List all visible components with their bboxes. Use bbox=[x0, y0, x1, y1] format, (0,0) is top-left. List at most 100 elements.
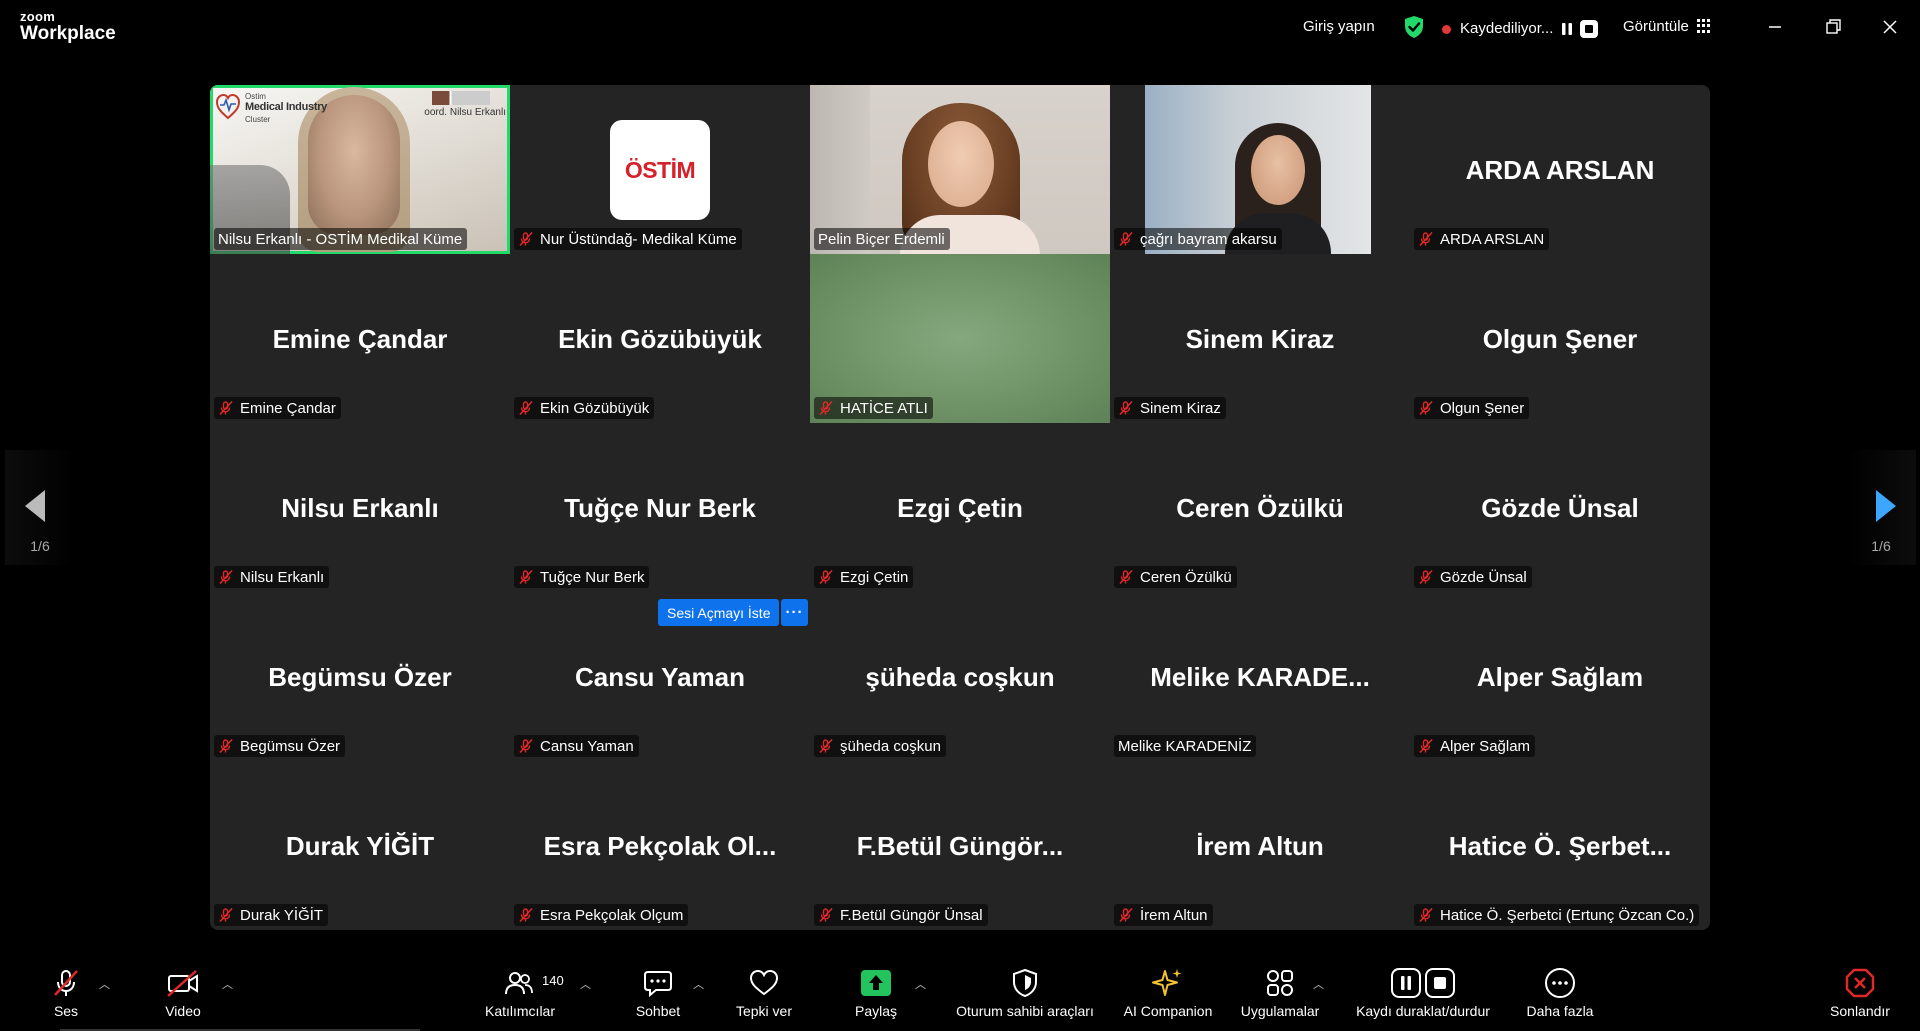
participant-display-name: Olgun Şener bbox=[1482, 324, 1638, 354]
audio-options-caret-icon[interactable]: ︿ bbox=[99, 976, 110, 992]
participant-name: Ekin Gözübüyük bbox=[540, 399, 650, 417]
signin-link[interactable]: Giriş yapın bbox=[1303, 18, 1375, 35]
participant-name: HATİCE ATLI bbox=[840, 399, 928, 417]
ai-companion-button[interactable]: AI Companion bbox=[1118, 955, 1218, 1031]
ostim-medical-logo: Ostim Medical Industry Cluster bbox=[215, 91, 327, 127]
participant-tile[interactable]: Ekin Gözübüyük Ekin Gözübüyük bbox=[510, 254, 810, 423]
previous-page-button[interactable]: 1/6 bbox=[5, 450, 75, 565]
participant-face bbox=[1251, 135, 1305, 205]
pause-stop-recording-icon bbox=[1391, 968, 1455, 998]
apps-button[interactable]: Uygulamalar bbox=[1235, 955, 1325, 1031]
end-meeting-button[interactable]: Sonlandır bbox=[1820, 955, 1900, 1031]
ostim-logo-text: ÖSTİM bbox=[624, 156, 696, 183]
participant-display-name: Melike KARADE... bbox=[1150, 662, 1370, 692]
participant-name: İrem Altun bbox=[1140, 906, 1208, 924]
participant-name: Tuğçe Nur Berk bbox=[540, 568, 645, 586]
participant-name-label: Begümsu Özer bbox=[214, 735, 346, 757]
participant-name: çağrı bayram akarsu bbox=[1140, 230, 1277, 248]
participant-tile[interactable]: Sinem Kiraz Sinem Kiraz bbox=[1110, 254, 1410, 423]
participant-name-label: Ekin Gözübüyük bbox=[514, 397, 655, 419]
participant-tile[interactable]: Esra Pekçolak Ol... Esra Pekçolak Olçum bbox=[510, 761, 810, 930]
participant-tile[interactable]: Alper Sağlam Alper Sağlam bbox=[1410, 592, 1710, 761]
tile-more-options-button[interactable]: ··· bbox=[781, 599, 808, 626]
video-options-caret-icon[interactable]: ︿ bbox=[222, 976, 233, 992]
participant-tile[interactable]: ÖSTİM Nur Üstündağ- Medikal Küme bbox=[510, 85, 810, 254]
participant-tile[interactable]: Melike KARADE... Melike KARADENİZ bbox=[1110, 592, 1410, 761]
ask-to-unmute-button[interactable]: Sesi Açmayı İste bbox=[658, 599, 780, 626]
participant-name-label: ARDA ARSLAN bbox=[1414, 228, 1550, 250]
brand-workplace: Workplace bbox=[20, 23, 116, 44]
next-page-button[interactable]: 1/6 bbox=[1846, 450, 1916, 565]
participant-tile[interactable]: Ceren Özülkü Ceren Özülkü bbox=[1110, 423, 1410, 592]
participant-tile[interactable]: Hatice Ö. Şerbet... Hatice Ö. Şerbetci (E… bbox=[1410, 761, 1710, 930]
participant-name: Olgun Şener bbox=[1440, 399, 1525, 417]
participant-name: Ezgi Çetin bbox=[840, 568, 909, 586]
stop-recording-icon[interactable] bbox=[1580, 20, 1598, 38]
restore-icon[interactable] bbox=[1822, 16, 1844, 38]
participant-name-label: Hatice Ö. Şerbetci (Ertunç Özcan Co.) bbox=[1414, 904, 1700, 926]
participant-name-label: Melike KARADENİZ bbox=[1114, 735, 1257, 757]
arrow-right-icon bbox=[1876, 490, 1896, 522]
logo-line2: Medical Industry bbox=[245, 101, 327, 113]
chat-label: Sohbet bbox=[635, 1003, 681, 1019]
participant-tile[interactable]: Durak YİĞİT Durak YİĞİT bbox=[210, 761, 510, 930]
participant-name-label: F.Betül Güngör Ünsal bbox=[814, 904, 988, 926]
video-button[interactable]: Video bbox=[158, 955, 208, 1031]
participant-name: ARDA ARSLAN bbox=[1440, 230, 1545, 248]
brand-zoom: zoom bbox=[20, 9, 56, 24]
audio-button[interactable]: Ses bbox=[46, 955, 86, 1031]
participant-display-name: Alper Sağlam bbox=[1476, 662, 1644, 692]
participant-tile[interactable]: Gözde Ünsal Gözde Ünsal bbox=[1410, 423, 1710, 592]
participant-tile[interactable]: çağrı bayram akarsu bbox=[1110, 85, 1410, 254]
minimize-icon[interactable] bbox=[1764, 16, 1786, 38]
participants-options-caret-icon[interactable]: ︿ bbox=[580, 976, 591, 992]
chat-button[interactable]: Sohbet bbox=[628, 955, 688, 1031]
react-button[interactable]: Tepki ver bbox=[724, 955, 804, 1031]
close-icon[interactable] bbox=[1879, 16, 1901, 38]
chat-options-caret-icon[interactable]: ︿ bbox=[693, 976, 704, 992]
participant-tile[interactable]: Ostim Medical Industry Cluster oord. Nilsu … bbox=[210, 85, 510, 254]
participant-tile[interactable]: Olgun Şener Olgun Şener bbox=[1410, 254, 1710, 423]
host-tools-button[interactable]: Oturum sahibi araçları bbox=[945, 955, 1105, 1031]
participant-tile[interactable]: Begümsu Özer Begümsu Özer bbox=[210, 592, 510, 761]
share-button[interactable]: Paylaş bbox=[846, 955, 906, 1031]
participant-tile[interactable]: Nilsu Erkanlı Nilsu Erkanlı bbox=[210, 423, 510, 592]
more-button[interactable]: Daha fazla bbox=[1520, 955, 1600, 1031]
participant-tile[interactable]: İrem Altun İrem Altun bbox=[1110, 761, 1410, 930]
host-tools-label: Oturum sahibi araçları bbox=[956, 1003, 1094, 1019]
more-dots-icon bbox=[1545, 968, 1575, 998]
react-label: Tepki ver bbox=[735, 1003, 793, 1019]
participant-tile[interactable]: F.Betül Güngör... F.Betül Güngör Ünsal bbox=[810, 761, 1110, 930]
apps-icon bbox=[1267, 970, 1293, 996]
participant-tile[interactable]: HATİCE ATLI bbox=[810, 254, 1110, 423]
muted-mic-icon bbox=[819, 907, 833, 923]
participant-name: Melike KARADENİZ bbox=[1118, 737, 1252, 755]
record-controls-button[interactable]: Kaydı duraklat/durdur bbox=[1343, 955, 1503, 1031]
participant-name-label: şüheda coşkun bbox=[814, 735, 946, 757]
share-label: Paylaş bbox=[854, 1003, 898, 1019]
share-options-caret-icon[interactable]: ︿ bbox=[915, 976, 926, 992]
muted-mic-icon bbox=[1419, 907, 1433, 923]
participant-tile[interactable]: Pelin Biçer Erdemli bbox=[810, 85, 1110, 254]
record-controls-label: Kaydı duraklat/durdur bbox=[1356, 1003, 1490, 1019]
participant-tile[interactable]: Emine Çandar Emine Çandar bbox=[210, 254, 510, 423]
participant-display-name: Tuğçe Nur Berk bbox=[564, 493, 756, 523]
video-label: Video bbox=[165, 1003, 201, 1019]
shield-check-icon[interactable] bbox=[1403, 15, 1425, 39]
participant-tile[interactable]: Ezgi Çetin Ezgi Çetin bbox=[810, 423, 1110, 592]
participants-icon bbox=[505, 972, 533, 995]
participant-display-name: ARDA ARSLAN bbox=[1465, 155, 1655, 185]
participant-tile[interactable]: ARDA ARSLAN ARDA ARSLAN bbox=[1410, 85, 1710, 254]
pause-recording-icon[interactable] bbox=[1558, 20, 1576, 38]
muted-mic-icon bbox=[1119, 231, 1133, 247]
grid-view-icon[interactable] bbox=[1697, 19, 1711, 33]
participant-tile[interactable]: şüheda coşkun şüheda coşkun bbox=[810, 592, 1110, 761]
participant-tile[interactable]: Tuğçe Nur Berk Tuğçe Nur Berk bbox=[510, 423, 810, 592]
apps-options-caret-icon[interactable]: ︿ bbox=[1313, 976, 1324, 992]
participants-button[interactable]: 140 Katılımcılar bbox=[480, 955, 564, 1031]
view-menu[interactable]: Görüntüle bbox=[1623, 18, 1689, 35]
muted-mic-icon bbox=[219, 400, 233, 416]
chat-icon bbox=[644, 971, 672, 998]
meeting-toolbar: Ses ︿ Video ︿ 140 Katılımcılar ︿ Sohbet … bbox=[0, 955, 1920, 1031]
participant-display-name: Ezgi Çetin bbox=[897, 493, 1023, 523]
